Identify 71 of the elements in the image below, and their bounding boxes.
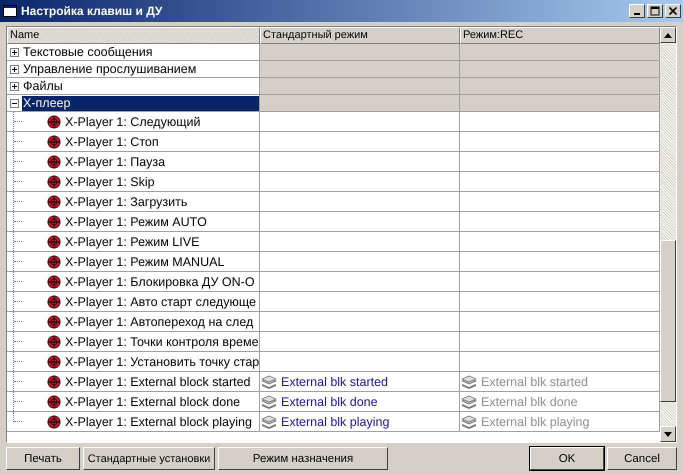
tree-item[interactable]: X-Player 1: External block playing xyxy=(65,414,252,428)
crosshair-icon xyxy=(47,294,61,308)
column-header[interactable]: Стандартный режим xyxy=(260,27,460,44)
tree-item[interactable]: X-Player 1: Блокировка ДУ ON-O xyxy=(65,274,255,288)
stack-icon xyxy=(261,414,277,428)
assignment-text: External blk done xyxy=(281,394,378,408)
tree-item[interactable]: X-Player 1: Установить точку стар xyxy=(65,354,259,368)
crosshair-icon xyxy=(47,394,61,408)
tree-item[interactable]: X-Player 1: External block done xyxy=(65,394,240,408)
tree-item[interactable]: X-Player 1: Авто старт следующе xyxy=(65,294,256,308)
window-title: Настройка клавиш и ДУ xyxy=(21,4,164,18)
tree-item[interactable]: X-Player 1: Режим LIVE xyxy=(65,234,200,248)
dialog-button[interactable]: Cancel xyxy=(607,447,677,470)
tree-item[interactable]: X-Player 1: Режим AUTO xyxy=(65,214,207,228)
stack-icon xyxy=(461,374,477,388)
dialog-button[interactable]: Режим назначения xyxy=(218,447,388,470)
crosshair-icon xyxy=(47,314,61,328)
crosshair-icon xyxy=(47,374,61,388)
crosshair-icon xyxy=(47,134,61,148)
tree-item[interactable]: Управление прослушиванием xyxy=(22,62,198,76)
column-header[interactable]: Режим:REC xyxy=(460,27,660,44)
tree-item[interactable]: X-Player 1: Точки контроля време xyxy=(65,334,259,348)
crosshair-icon xyxy=(47,174,61,188)
crosshair-icon xyxy=(47,354,61,368)
crosshair-icon xyxy=(47,414,61,428)
tree-item[interactable]: X-Player 1: Режим MANUAL xyxy=(65,254,224,268)
stack-icon xyxy=(261,374,277,388)
crosshair-icon xyxy=(47,214,61,228)
stack-icon xyxy=(461,394,477,408)
column-header[interactable]: Name xyxy=(7,27,260,44)
crosshair-icon xyxy=(47,194,61,208)
scroll-down-icon xyxy=(664,432,672,436)
assignment-text: External blk done xyxy=(481,394,578,408)
crosshair-icon xyxy=(47,274,61,288)
stack-icon xyxy=(461,414,477,428)
minimize-icon xyxy=(634,12,640,14)
tree-item[interactable]: X-Player 1: Автопереход на след xyxy=(65,314,254,328)
dialog-button[interactable]: Стандартные установки xyxy=(83,447,215,470)
dialog-button[interactable]: Печать xyxy=(6,447,80,470)
crosshair-icon xyxy=(47,234,61,248)
window-icon xyxy=(3,5,17,17)
maximize-button[interactable] xyxy=(647,4,663,18)
close-button[interactable] xyxy=(665,4,681,18)
close-icon xyxy=(668,6,678,16)
tree-item[interactable]: X-Player 1: Стоп xyxy=(65,134,159,148)
stack-icon xyxy=(261,394,277,408)
tree-item[interactable]: X-Player 1: Загрузить xyxy=(65,194,188,208)
expand-toggle-icon[interactable] xyxy=(10,48,19,56)
tree-item[interactable]: X-Player 1: Пауза xyxy=(65,154,166,168)
scroll-up-icon xyxy=(664,32,672,38)
assignment-text: External blk playing xyxy=(481,414,590,428)
expand-toggle-icon[interactable] xyxy=(10,64,19,74)
crosshair-icon xyxy=(47,154,61,168)
assignment-text: External blk started xyxy=(481,374,588,388)
tree-item[interactable]: X-Player 1: Skip xyxy=(65,174,155,188)
maximize-icon xyxy=(650,6,660,16)
tree-item[interactable]: Файлы xyxy=(22,78,64,94)
tree-item[interactable]: X-плеер xyxy=(22,96,259,110)
tree-item[interactable]: X-Player 1: External block started xyxy=(65,374,250,388)
assignment-text: External blk started xyxy=(281,374,388,388)
minimize-button[interactable] xyxy=(629,4,645,18)
tree-item[interactable]: Текстовые сообщения xyxy=(22,44,154,60)
crosshair-icon xyxy=(47,254,61,268)
expand-toggle-icon[interactable] xyxy=(10,82,19,90)
vertical-scrollbar[interactable] xyxy=(660,27,676,442)
expand-toggle-icon[interactable] xyxy=(10,98,19,108)
dialog-button[interactable]: OK xyxy=(530,447,604,470)
assignment-text: External blk playing xyxy=(281,414,390,428)
crosshair-icon xyxy=(47,334,61,348)
tree-item[interactable]: X-Player 1: Следующий xyxy=(65,114,200,128)
crosshair-icon xyxy=(47,114,61,128)
